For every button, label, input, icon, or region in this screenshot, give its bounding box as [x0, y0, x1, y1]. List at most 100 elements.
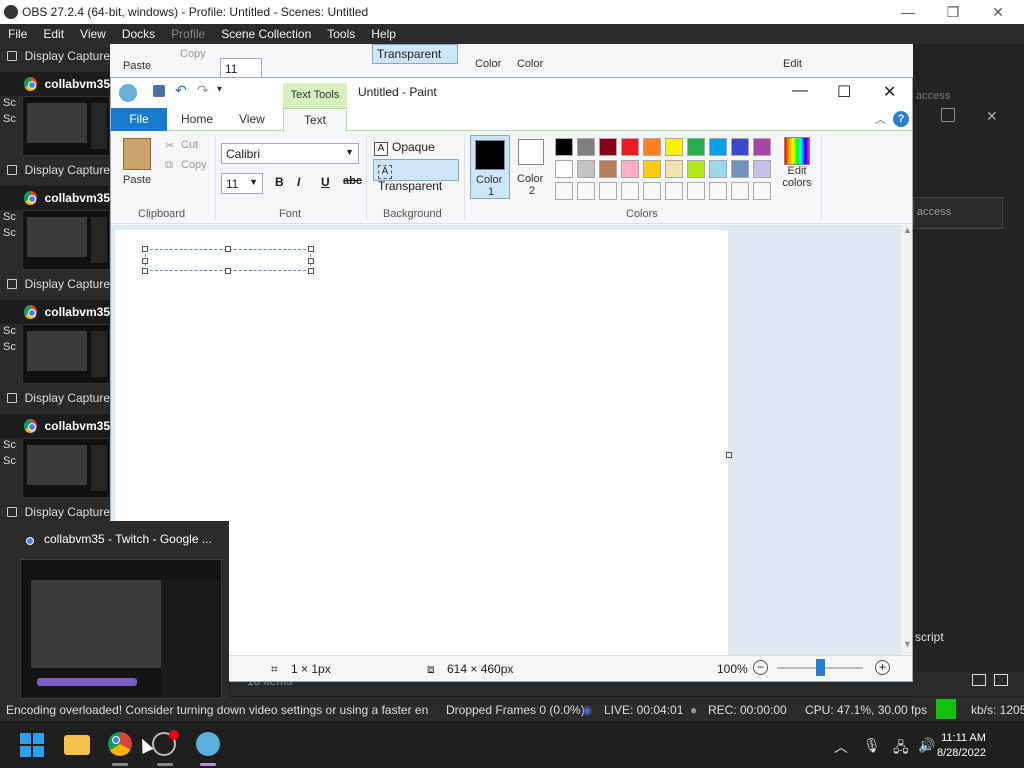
palette-color-swatch[interactable] — [599, 160, 617, 178]
resize-handle[interactable] — [142, 268, 148, 274]
resize-handle[interactable] — [308, 246, 314, 252]
resize-handle[interactable] — [225, 268, 231, 274]
palette-color-swatch[interactable] — [621, 160, 639, 178]
obs-minimize-button[interactable]: — — [885, 0, 931, 24]
list-view-icon[interactable] — [972, 674, 986, 686]
palette-color-swatch[interactable] — [709, 182, 727, 200]
transparent-button[interactable]: ATransparent — [373, 159, 459, 193]
palette-color-swatch[interactable] — [687, 182, 705, 200]
tab-home[interactable]: Home — [181, 108, 213, 131]
paint-minimize-button[interactable]: — — [792, 82, 808, 100]
source-display-capture[interactable]: Display Capture — [0, 272, 110, 296]
help-icon[interactable]: ? — [893, 111, 909, 127]
source-display-capture[interactable]: Display Capture — [0, 44, 110, 68]
vertical-scrollbar[interactable]: ▲ ▼ — [901, 225, 912, 655]
text-selection-box[interactable] — [142, 246, 314, 274]
palette-color-swatch[interactable] — [643, 182, 661, 200]
palette-color-swatch[interactable] — [687, 138, 705, 156]
palette-color-swatch[interactable] — [665, 182, 683, 200]
palette-color-swatch[interactable] — [643, 160, 661, 178]
save-icon[interactable] — [153, 85, 165, 97]
palette-color-swatch[interactable] — [599, 138, 617, 156]
resize-handle[interactable] — [225, 246, 231, 252]
source-chrome-window[interactable]: collabvm35 — [0, 414, 110, 438]
palette-color-swatch[interactable] — [665, 138, 683, 156]
palette-color-swatch[interactable] — [555, 182, 573, 200]
palette-color-swatch[interactable] — [731, 160, 749, 178]
palette-color-swatch[interactable] — [643, 138, 661, 156]
paint-icon[interactable] — [196, 732, 220, 756]
microphone-icon[interactable]: 🎙 — [863, 737, 881, 754]
font-family-select[interactable]: Calibri ▼ — [221, 143, 359, 164]
palette-color-swatch[interactable] — [753, 182, 771, 200]
customize-qat-icon[interactable]: ▾ — [217, 84, 222, 95]
palette-color-swatch[interactable] — [555, 138, 573, 156]
palette-color-swatch[interactable] — [753, 138, 771, 156]
menu-help[interactable]: Help — [363, 27, 404, 41]
resize-handle[interactable] — [308, 268, 314, 274]
bold-button[interactable]: B — [275, 175, 284, 189]
menu-tools[interactable]: Tools — [319, 27, 363, 41]
source-chrome-window[interactable]: collabvm35 — [0, 300, 110, 324]
redo-icon[interactable]: ↷ — [197, 82, 209, 99]
preview-thumbnail[interactable] — [20, 559, 222, 699]
collapse-ribbon-icon[interactable]: ︿ — [875, 111, 886, 127]
paint-close-button[interactable]: ✕ — [883, 82, 896, 102]
taskbar-preview-popup[interactable]: collabvm35 - Twitch - Google ... — [0, 521, 229, 701]
palette-color-swatch[interactable] — [709, 160, 727, 178]
clock[interactable]: 11:11 AM 8/28/2022 — [937, 731, 986, 761]
font-size-select[interactable]: 11 ▼ — [221, 173, 263, 194]
palette-color-swatch[interactable] — [687, 160, 705, 178]
chrome-icon[interactable] — [108, 732, 132, 756]
tab-file[interactable]: File — [111, 108, 167, 131]
zoom-out-button[interactable]: − — [753, 660, 768, 675]
paint-maximize-button[interactable]: ☐ — [837, 82, 851, 102]
zoom-slider-thumb[interactable] — [816, 659, 825, 676]
source-chrome-window[interactable]: collabvm35 — [0, 186, 110, 210]
color2-button[interactable]: Color 2 — [514, 135, 552, 199]
palette-color-swatch[interactable] — [621, 182, 639, 200]
palette-color-swatch[interactable] — [577, 160, 595, 178]
grid-view-icon[interactable] — [994, 674, 1008, 686]
copy-button[interactable]: Copy — [181, 159, 207, 171]
file-explorer-icon[interactable] — [64, 735, 90, 755]
resize-handle[interactable] — [308, 258, 314, 264]
resize-handle[interactable] — [142, 258, 148, 264]
zoom-in-button[interactable]: + — [875, 660, 890, 675]
underline-button[interactable]: U — [321, 175, 330, 189]
italic-button[interactable]: I — [297, 175, 300, 189]
palette-color-swatch[interactable] — [731, 182, 749, 200]
tab-view[interactable]: View — [239, 108, 265, 131]
palette-color-swatch[interactable] — [709, 138, 727, 156]
menu-file[interactable]: File — [0, 27, 35, 41]
palette-color-swatch[interactable] — [731, 138, 749, 156]
palette-color-swatch[interactable] — [599, 182, 617, 200]
palette-color-swatch[interactable] — [555, 160, 573, 178]
menu-docks[interactable]: Docks — [114, 27, 163, 41]
color1-button[interactable]: Color 1 — [470, 135, 510, 199]
edit-colors-button[interactable]: Edit colors — [779, 135, 815, 199]
palette-color-swatch[interactable] — [577, 138, 595, 156]
scroll-down-icon[interactable]: ▼ — [903, 639, 912, 649]
opaque-button[interactable]: A Opaque — [374, 140, 435, 156]
palette-color-swatch[interactable] — [621, 138, 639, 156]
obs-close-button[interactable]: ✕ — [975, 0, 1021, 24]
paste-icon[interactable] — [123, 138, 151, 170]
restore-icon[interactable] — [941, 108, 955, 122]
chevron-up-icon[interactable]: ︿ — [834, 737, 848, 757]
tab-text[interactable]: Text — [283, 108, 347, 132]
speaker-icon[interactable]: 🔊 — [918, 737, 935, 754]
source-display-capture[interactable]: Display Capture — [0, 158, 110, 182]
close-icon[interactable]: ✕ — [986, 108, 998, 125]
undo-icon[interactable]: ↶ — [175, 82, 187, 99]
menu-view[interactable]: View — [72, 27, 114, 41]
palette-color-swatch[interactable] — [753, 160, 771, 178]
network-icon[interactable]: 🖧 — [893, 737, 909, 761]
resize-handle[interactable] — [142, 246, 148, 252]
strikethrough-button[interactable]: abc — [343, 175, 362, 187]
resize-handle[interactable] — [726, 452, 732, 458]
windows-start-icon[interactable] — [20, 733, 44, 757]
source-chrome-window[interactable]: collabvm35 — [0, 72, 110, 96]
menu-edit[interactable]: Edit — [35, 27, 72, 41]
palette-color-swatch[interactable] — [665, 160, 683, 178]
